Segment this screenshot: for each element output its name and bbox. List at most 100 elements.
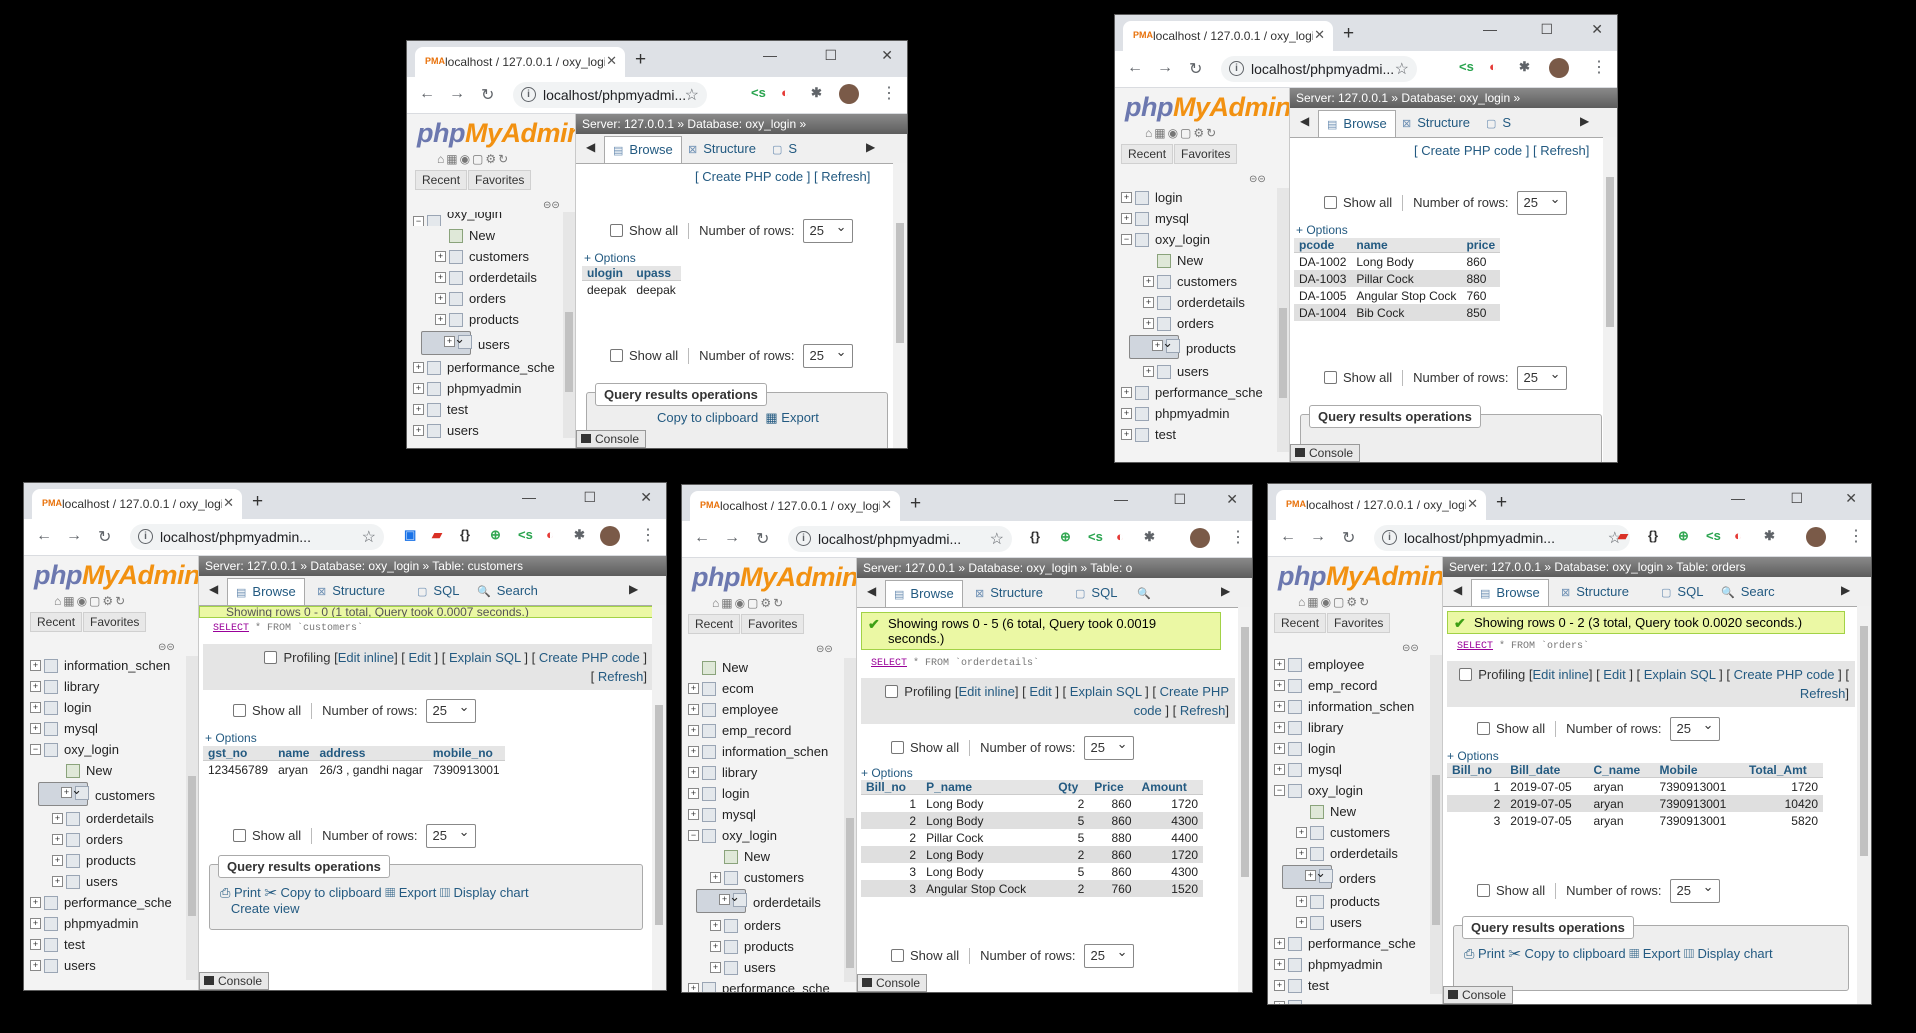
tree-db-mysql[interactable]: + mysql (1274, 760, 1430, 781)
recent-button[interactable]: Recent (1274, 613, 1327, 633)
extensions-puzzle-icon[interactable]: ✱ (1144, 529, 1155, 545)
forward-icon[interactable]: → (1157, 59, 1173, 77)
tree-db-users[interactable]: +users (30, 956, 186, 977)
new-tab-button[interactable]: + (252, 491, 263, 513)
tree-table-orderdetails[interactable]: + orderdetails (696, 886, 821, 913)
refresh-link[interactable]: Refresh (1540, 143, 1586, 158)
col-qty[interactable]: Qty (1053, 780, 1090, 795)
address-bar[interactable]: i localhost/phpmyadmi... ☆ (1221, 56, 1417, 82)
back-icon[interactable]: ← (36, 527, 52, 545)
edit-link[interactable]: Edit (1029, 684, 1051, 699)
bookmark-star-icon[interactable]: ☆ (685, 85, 699, 105)
minimize-button[interactable]: — (1483, 21, 1497, 37)
tree-table-products[interactable]: + products (30, 851, 186, 872)
close-tab-icon[interactable]: ✕ (881, 497, 892, 513)
scroll-right-icon[interactable]: ▶ (1841, 583, 1850, 597)
code-extension-icon[interactable]: <s (518, 527, 533, 542)
tree-db-login[interactable]: + login (30, 698, 186, 719)
php-refresh-links[interactable]: [ Create PHP code ] [ Refresh] (1414, 143, 1589, 158)
main-scrollbar[interactable] (652, 605, 666, 990)
favorites-button[interactable]: Favorites (741, 614, 805, 634)
profile-avatar[interactable] (1549, 58, 1569, 78)
edit-link[interactable]: Edit (1603, 667, 1625, 682)
table-row[interactable]: DA-1002 Long Body 860 (1294, 252, 1501, 270)
site-info-icon[interactable]: i (796, 531, 811, 546)
table-row[interactable]: 3 Angular Stop Cock 2 760 1520 (861, 880, 1203, 897)
phpmyadmin-logo[interactable]: phpMyAdmin (34, 560, 198, 591)
tree-table-users[interactable]: + users (688, 958, 844, 979)
col-bill-no[interactable]: Bill_no (1447, 763, 1506, 778)
rows-select[interactable]: 25 (1516, 363, 1567, 390)
tree-table-customers[interactable]: + customers (1274, 823, 1430, 844)
tab-search[interactable]: 🔍 (1129, 580, 1165, 606)
tree-db-test[interactable]: + test (413, 400, 563, 421)
show-all-checkbox[interactable] (610, 349, 623, 362)
address-bar[interactable]: i localhost/phpmyadmin... ☆ (130, 524, 384, 550)
copy-to-clipboard-link[interactable]: Copy to clipboard (1524, 946, 1625, 961)
rows-select[interactable]: 25 (425, 821, 476, 848)
show-all-checkbox[interactable] (1477, 722, 1490, 735)
refresh-link[interactable]: Refresh (1180, 703, 1226, 718)
create-php-code-link[interactable]: Create PHP code (702, 169, 803, 184)
tree-db-oxy-login[interactable]: − oxy_login (688, 826, 844, 847)
breadcrumb[interactable]: Server: 127.0.0.1 » Database: oxy_login … (576, 114, 907, 134)
tree-db-employee[interactable]: + employee (1274, 655, 1430, 676)
tree-new-table[interactable]: New (413, 226, 563, 247)
tree-table-users[interactable]: + users (1121, 362, 1277, 383)
close-window-button[interactable]: ✕ (1845, 490, 1857, 507)
browser-menu-icon[interactable]: ⋮ (1848, 526, 1864, 546)
code-extension-icon[interactable]: <s (751, 85, 766, 100)
table-row[interactable]: 2 Long Body 5 860 4300 (861, 812, 1203, 829)
phpmyadmin-logo[interactable]: phpMyAdmin (1278, 561, 1442, 592)
col-name[interactable]: name (273, 746, 315, 761)
tree-table-customers[interactable]: + customers (38, 779, 155, 806)
col-bill-no[interactable]: Bill_no (861, 780, 922, 795)
forward-icon[interactable]: → (66, 527, 82, 545)
tree-new-table[interactable]: New (1121, 251, 1277, 272)
close-tab-icon[interactable]: ✕ (606, 53, 617, 69)
sql-query-text[interactable]: SELECT * FROM `orderdetails` (871, 658, 1039, 669)
maximize-button[interactable]: ☐ (1173, 491, 1186, 508)
col-price[interactable]: price (1461, 238, 1501, 253)
scroll-left-icon[interactable]: ◀ (1300, 114, 1309, 128)
tab-structure[interactable]: ⊠ Structure (309, 578, 393, 604)
col-mobile[interactable]: Mobile (1654, 763, 1744, 778)
browser-menu-icon[interactable]: ⋮ (881, 83, 897, 103)
options-link[interactable]: + Options (584, 251, 636, 265)
new-tab-button[interactable]: + (1343, 23, 1354, 45)
table-row[interactable]: 1 Long Body 2 860 1720 (861, 794, 1203, 812)
tree-new-table[interactable]: New (30, 761, 186, 782)
sql-query-text[interactable]: SELECT * FROM `customers` (213, 623, 363, 634)
profile-avatar[interactable] (600, 526, 620, 546)
main-scrollbar[interactable] (1857, 606, 1871, 1004)
tree-db-performance-schema[interactable]: + performance_sche (1121, 383, 1277, 404)
favorites-button[interactable]: Favorites (1327, 613, 1391, 633)
scroll-right-icon[interactable]: ▶ (1580, 114, 1589, 128)
sql-query-text[interactable]: SELECT * FROM `orders` (1457, 641, 1589, 652)
link-icon[interactable]: ⊝⊝ (543, 200, 560, 211)
scroll-right-icon[interactable]: ▶ (1221, 584, 1230, 598)
col-gst-no[interactable]: gst_no (203, 746, 274, 761)
rows-select[interactable]: 25 (425, 696, 476, 723)
tree-db-oxy-login[interactable]: − oxy_login (30, 740, 186, 761)
show-all-checkbox[interactable] (891, 741, 904, 754)
recent-button[interactable]: Recent (1121, 144, 1174, 164)
table-row[interactable]: 3 Long Body 5 860 4300 (861, 863, 1203, 880)
pdf-extension-icon[interactable]: ▰ (432, 527, 442, 543)
tree-db-information-schema[interactable]: + information_schen (30, 656, 186, 677)
nav-scrollbar[interactable] (844, 658, 856, 982)
rows-select[interactable]: 25 (1083, 733, 1134, 760)
browser-menu-icon[interactable]: ⋮ (1230, 527, 1246, 547)
profile-avatar[interactable] (1190, 528, 1210, 548)
scroll-left-icon[interactable]: ◀ (1453, 583, 1462, 597)
table-row[interactable]: DA-1003 Pillar Cock 880 (1294, 270, 1501, 287)
tree-db-employee[interactable]: + employee (688, 700, 844, 721)
link-icon[interactable]: ⊝⊝ (1402, 643, 1419, 654)
col-ulogin[interactable]: ulogin (582, 266, 632, 281)
tree-table-orders[interactable]: + orders (1121, 314, 1277, 335)
reload-icon[interactable]: ↻ (756, 529, 769, 549)
tree-db-phpmyadmin[interactable]: + phpmyadmin (30, 914, 186, 935)
code-extension-icon[interactable]: <s (1459, 59, 1474, 74)
back-icon[interactable]: ← (1280, 528, 1296, 546)
link-icon[interactable]: ⊝⊝ (816, 644, 833, 655)
